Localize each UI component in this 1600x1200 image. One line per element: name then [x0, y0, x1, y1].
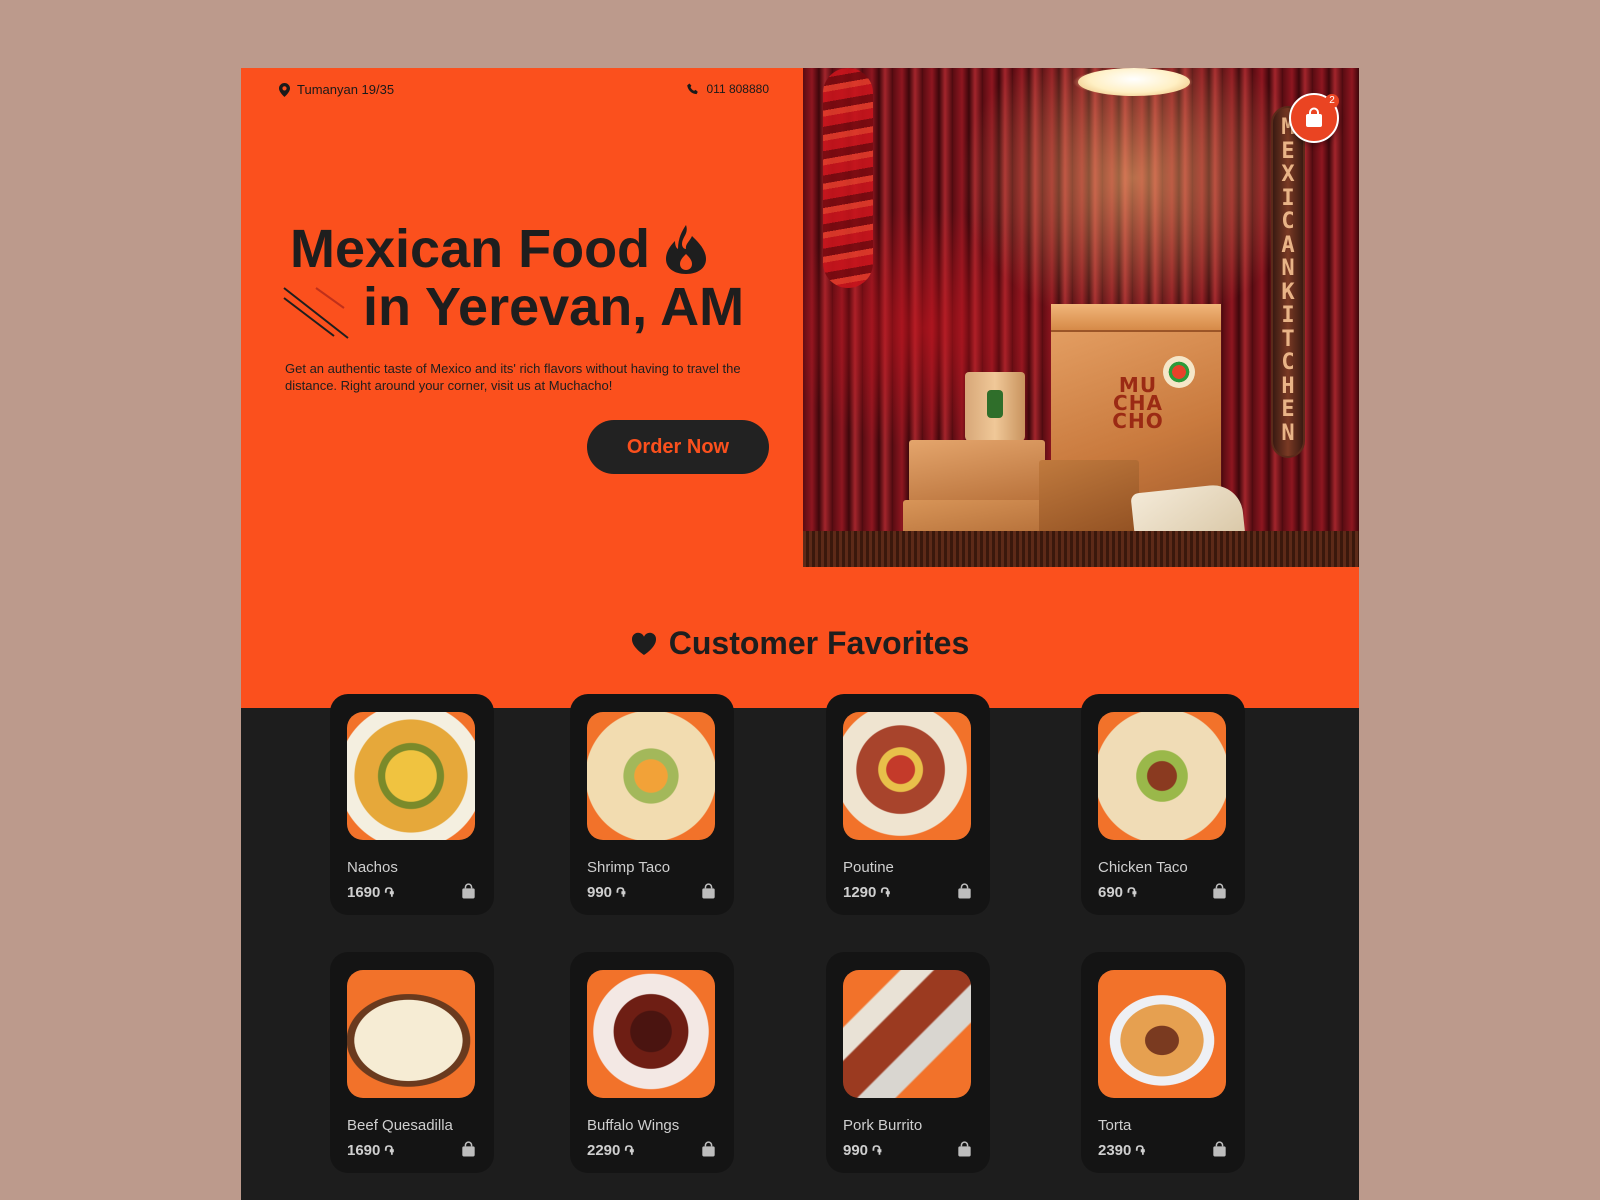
add-to-cart-button[interactable]: [698, 1139, 718, 1159]
ceiling-lamp: [1078, 68, 1190, 96]
product-name: Pork Burrito: [843, 1117, 923, 1134]
price-value: 990: [843, 1142, 869, 1159]
pepper-decoration: [823, 68, 873, 288]
dram-currency-icon: ֏: [880, 884, 890, 900]
cart-button[interactable]: 2: [1289, 93, 1339, 143]
dram-currency-icon: ֏: [384, 884, 394, 900]
product-price: 690 ֏: [1098, 884, 1137, 901]
shopping-bag-icon: [701, 882, 715, 898]
order-now-button[interactable]: Order Now: [587, 420, 769, 474]
section-title: Customer Favorites: [668, 625, 970, 661]
shopping-bag-icon: [1306, 107, 1322, 127]
product-card[interactable]: Pork Burrito 990 ֏: [826, 952, 990, 1173]
wrapped-taco: [1130, 482, 1246, 550]
takeout-box: [903, 500, 1043, 558]
product-image[interactable]: [347, 712, 475, 840]
customer-favorites-heading: Customer Favorites: [241, 625, 1359, 662]
product-price: 1290 ֏: [843, 884, 890, 901]
add-to-cart-button[interactable]: [954, 881, 974, 901]
address-text: Tumanyan 19/35: [297, 82, 395, 97]
product-price: 2290 ֏: [587, 1142, 634, 1159]
product-image[interactable]: [587, 970, 715, 1098]
hero-description: Get an authentic taste of Mexico and its…: [285, 361, 741, 393]
dram-currency-icon: ֏: [1127, 884, 1137, 900]
cart-count-badge: 2: [1325, 94, 1339, 108]
add-to-cart-button[interactable]: [954, 1139, 974, 1159]
product-name: Buffalo Wings: [587, 1117, 680, 1134]
shopping-bag-icon: [461, 1140, 475, 1156]
flame-icon: [666, 225, 707, 274]
price-value: 990: [587, 884, 613, 901]
add-to-cart-button[interactable]: [698, 881, 718, 901]
dram-currency-icon: ֏: [1135, 1142, 1145, 1158]
price-value: 690: [1098, 884, 1124, 901]
takeout-box: [909, 440, 1045, 502]
dram-currency-icon: ֏: [384, 1142, 394, 1158]
hero-headline: Mexican Food in Yerevan, AM: [290, 220, 810, 336]
phone-text: 011 808880: [706, 82, 769, 96]
takeout-box: [1039, 460, 1139, 552]
hero-photo: MEXICANKITCHEN MU CHA CHO: [803, 68, 1359, 567]
product-card[interactable]: Torta 2390 ֏: [1081, 952, 1245, 1173]
product-card[interactable]: Poutine 1290 ֏: [826, 694, 990, 915]
product-card[interactable]: Shrimp Taco 990 ֏: [570, 694, 734, 915]
product-price: 1690 ֏: [347, 884, 394, 901]
product-name: Chicken Taco: [1098, 859, 1188, 876]
product-price: 1690 ֏: [347, 1142, 394, 1159]
sauce-cup: [965, 372, 1025, 442]
location-pin-icon: [279, 82, 290, 97]
address-link[interactable]: Tumanyan 19/35: [279, 82, 394, 97]
add-to-cart-button[interactable]: [1209, 1139, 1229, 1159]
add-to-cart-button[interactable]: [458, 881, 478, 901]
price-value: 1690: [347, 884, 381, 901]
add-to-cart-button[interactable]: [1209, 881, 1229, 901]
headline-line-1: Mexican Food: [290, 219, 651, 279]
product-card[interactable]: Nachos 1690 ֏: [330, 694, 494, 915]
dram-currency-icon: ֏: [624, 1142, 634, 1158]
mexican-kitchen-sign: MEXICANKITCHEN: [1271, 106, 1305, 458]
landing-page: MEXICANKITCHEN MU CHA CHO Tumanyan 19/35…: [241, 68, 1359, 1200]
add-to-cart-button[interactable]: [458, 1139, 478, 1159]
sign-text: MEXICANKITCHEN: [1281, 115, 1295, 446]
price-value: 1290: [843, 884, 877, 901]
shopping-bag-icon: [1212, 882, 1226, 898]
heart-icon: [631, 632, 656, 655]
bag-sticker: [1163, 356, 1195, 388]
product-image[interactable]: [587, 712, 715, 840]
price-value: 1690: [347, 1142, 381, 1159]
product-card[interactable]: Chicken Taco 690 ֏: [1081, 694, 1245, 915]
product-image[interactable]: [347, 970, 475, 1098]
product-card[interactable]: Beef Quesadilla 1690 ֏: [330, 952, 494, 1173]
product-name: Nachos: [347, 859, 398, 876]
product-image[interactable]: [1098, 970, 1226, 1098]
product-price: 990 ֏: [843, 1142, 882, 1159]
product-name: Beef Quesadilla: [347, 1117, 453, 1134]
dram-currency-icon: ֏: [872, 1142, 882, 1158]
phone-icon: [687, 83, 699, 95]
product-price: 990 ֏: [587, 884, 626, 901]
product-name: Torta: [1098, 1117, 1132, 1134]
top-bar: Tumanyan 19/35 011 808880: [279, 82, 769, 102]
price-value: 2290: [587, 1142, 621, 1159]
headline-line-2: in Yerevan, AM: [363, 277, 745, 337]
shopping-bag-icon: [957, 1140, 971, 1156]
product-name: Poutine: [843, 859, 894, 876]
phone-link[interactable]: 011 808880: [687, 82, 769, 96]
shopping-bag-icon: [461, 882, 475, 898]
product-name: Shrimp Taco: [587, 859, 671, 876]
shopping-bag-icon: [957, 882, 971, 898]
price-value: 2390: [1098, 1142, 1132, 1159]
product-image[interactable]: [843, 970, 971, 1098]
dram-currency-icon: ֏: [616, 884, 626, 900]
product-image[interactable]: [1098, 712, 1226, 840]
product-price: 2390 ֏: [1098, 1142, 1145, 1159]
product-card[interactable]: Buffalo Wings 2290 ֏: [570, 952, 734, 1173]
shopping-bag-icon: [1212, 1140, 1226, 1156]
product-image[interactable]: [843, 712, 971, 840]
shopping-bag-icon: [701, 1140, 715, 1156]
